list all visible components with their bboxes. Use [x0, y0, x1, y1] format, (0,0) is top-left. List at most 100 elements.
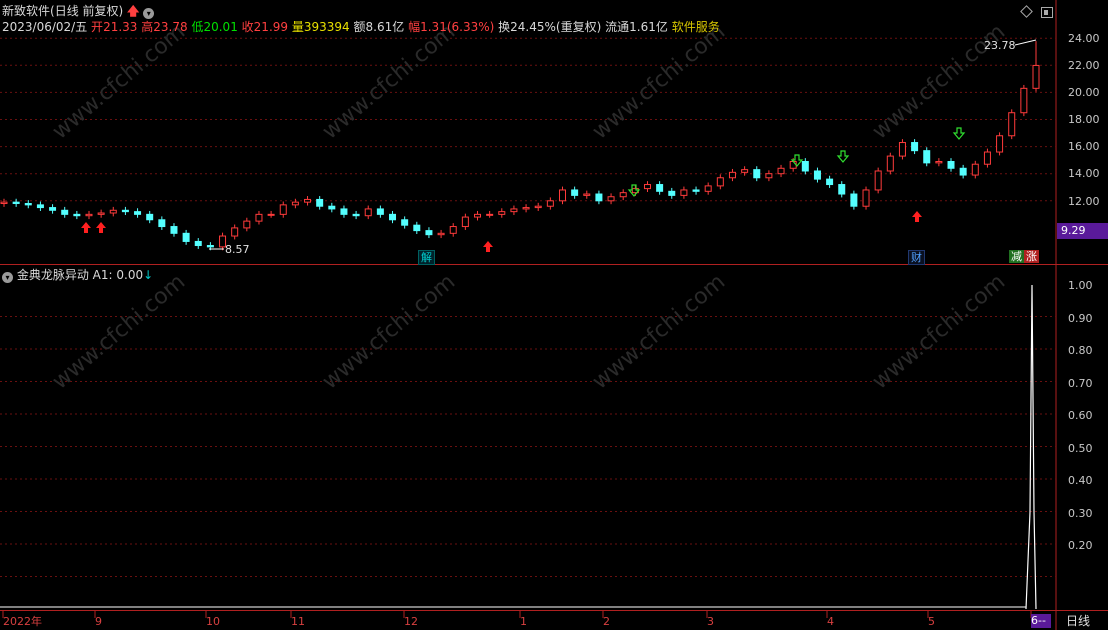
candle-body [886, 155, 894, 172]
candle-body [413, 224, 421, 232]
candle-body [352, 213, 360, 217]
low-value: 20.01 [203, 20, 238, 34]
indicator-tick: 0.40 [1068, 474, 1093, 487]
candle-body [255, 213, 263, 222]
candle-body [522, 207, 530, 210]
event-jian-label[interactable]: 减 [1009, 250, 1024, 263]
indicator-value: A1: 0.00 [92, 268, 144, 282]
change-label: 幅 [408, 20, 421, 34]
price-tick: 18.00 [1068, 113, 1100, 126]
close-label: 收 [241, 20, 254, 34]
indicator-tick: 0.50 [1068, 442, 1093, 455]
indicator-dropdown-icon[interactable]: ▾ [2, 272, 13, 283]
event-jie-label[interactable]: 解 [418, 250, 435, 265]
watermark-text: www.cfchi.com [48, 269, 190, 394]
candle-body [923, 150, 931, 164]
event-cai-label[interactable]: 财 [908, 250, 925, 265]
settings-dropdown-icon[interactable]: ▾ [143, 8, 155, 19]
close-value: 21.99 [253, 20, 289, 34]
candle-body [862, 189, 870, 207]
candle-body [170, 226, 178, 234]
down-arrow-icon: ↓ [143, 268, 154, 282]
candle-body [194, 240, 202, 247]
candle-body [316, 198, 324, 207]
candle-body [777, 167, 785, 175]
candle-body [546, 200, 554, 207]
x-tick: 12 [404, 615, 418, 628]
candle-body [231, 227, 239, 237]
buy-signal-arrow [912, 211, 922, 222]
price-tick: 20.00 [1068, 86, 1100, 99]
candle-body [437, 232, 445, 236]
indicator-spike [1025, 284, 1037, 610]
candle-body [571, 189, 579, 196]
quote-date: 2023/06/02/五 [2, 20, 88, 34]
period-button[interactable]: 日线 [1066, 614, 1090, 628]
watermark-text: www.cfchi.com [318, 269, 460, 394]
low-label: 低 [191, 20, 204, 34]
candle-body [376, 208, 384, 215]
candle-body [741, 169, 749, 173]
sector-label[interactable]: 软件服务 [672, 20, 720, 34]
open-label: 开 [91, 20, 104, 34]
candle-body [850, 193, 858, 207]
x-tick-current: 6-- [1031, 614, 1051, 628]
indicator-tick: 0.90 [1068, 312, 1093, 325]
candle-body [728, 171, 736, 179]
indicator-tick: 0.30 [1068, 507, 1093, 520]
restore-window-icon[interactable] [1041, 7, 1053, 18]
period-high-label: 23.78 [984, 39, 1016, 52]
stock-name[interactable]: 新致软件 [2, 4, 50, 18]
x-tick: 4 [827, 615, 834, 628]
indicator-name[interactable]: 金典龙脉异动 [17, 268, 89, 282]
candle-body [73, 213, 81, 217]
candle-body [595, 193, 603, 202]
candle-body [243, 220, 251, 229]
candle-body [874, 170, 882, 191]
indicator-tick: 1.00 [1068, 279, 1093, 292]
watermark-text: www.cfchi.com [48, 19, 190, 144]
candle-body [498, 211, 506, 215]
buy-signal-arrow [81, 222, 91, 233]
current-price-badge: 9.29 [1057, 223, 1108, 239]
up-arrow-icon: 🡅 [127, 4, 140, 18]
candle-body [1032, 64, 1040, 89]
candle-body [461, 216, 469, 228]
x-tick: 9 [95, 615, 102, 628]
candle-body [12, 201, 20, 205]
candle-body [959, 167, 967, 176]
x-tick: 3 [707, 615, 714, 628]
candle-body [206, 245, 214, 248]
candle-body [583, 193, 591, 196]
x-tick: 5 [928, 615, 935, 628]
high-marker-leader [1014, 39, 1037, 46]
quote-line: 2023/06/02/五 开21.33 高23.78 低20.01 收21.99… [2, 20, 720, 34]
chart-mode[interactable]: (日线 前复权) [50, 4, 123, 18]
event-zhang-label[interactable]: 涨 [1024, 250, 1039, 263]
candle-body [1020, 87, 1028, 114]
candle-body [389, 213, 397, 221]
price-tick: 24.00 [1068, 32, 1100, 45]
high-label: 高 [141, 20, 154, 34]
candle-body [401, 219, 409, 226]
price-tick: 16.00 [1068, 140, 1100, 153]
candle-body [971, 163, 979, 176]
open-value: 21.33 [103, 20, 138, 34]
candle-body [304, 198, 312, 203]
candle-body [668, 190, 676, 196]
amount-label: 额 [353, 20, 366, 34]
x-tick: 11 [291, 615, 305, 628]
period-low-label: 8.57 [225, 243, 250, 256]
candle-body [97, 212, 105, 215]
candle-body [656, 184, 664, 192]
x-tick: 2 [603, 615, 610, 628]
candle-body [146, 213, 154, 221]
chart-canvas[interactable]: www.cfchi.com www.cfchi.com www.cfchi.com w… [0, 0, 1108, 630]
candle-body [996, 135, 1004, 153]
indicator-tick: 0.70 [1068, 377, 1093, 390]
candle-body [753, 169, 761, 179]
volume-value: 393394 [303, 20, 350, 34]
sell-signal-arrow [836, 150, 850, 163]
candle-body [109, 209, 117, 214]
candle-body [474, 213, 482, 218]
